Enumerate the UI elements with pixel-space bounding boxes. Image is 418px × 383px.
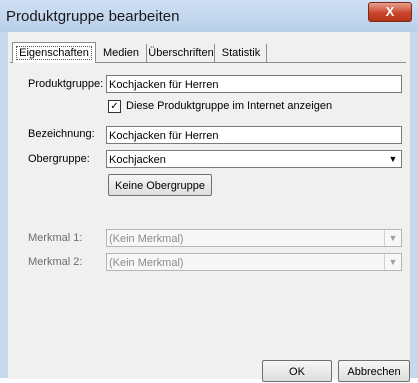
obergruppe-select[interactable]: Kochjacken ▼ <box>106 150 402 168</box>
obergruppe-label: Obergruppe: <box>28 153 90 165</box>
bezeichnung-input[interactable]: Kochjacken für Herren <box>106 126 402 144</box>
merkmal2-label: Merkmal 2: <box>28 256 83 268</box>
chevron-down-icon: ▼ <box>384 254 401 270</box>
tab-label: Statistik <box>221 47 261 59</box>
internet-checkbox[interactable]: ✓ <box>108 100 121 113</box>
merkmal1-select[interactable]: (Kein Merkmal) ▼ <box>106 229 402 247</box>
cancel-button[interactable]: Abbrechen <box>338 360 410 382</box>
tab-label: Medien <box>102 47 140 59</box>
tab-label: Eigenschaften <box>16 46 92 60</box>
tab-statistik[interactable]: Statistik <box>216 44 267 62</box>
tab-eigenschaften[interactable]: Eigenschaften <box>12 42 96 63</box>
dialog-client-area: Eigenschaften Medien Überschriften Stati… <box>8 32 410 382</box>
keine-obergruppe-button[interactable]: Keine Obergruppe <box>108 174 212 196</box>
merkmal2-select[interactable]: (Kein Merkmal) ▼ <box>106 253 402 271</box>
chevron-down-icon: ▼ <box>384 230 401 246</box>
tab-label: Überschriften <box>148 47 214 59</box>
obergruppe-value: Kochjacken <box>109 154 166 166</box>
tab-panel-eigenschaften: Produktgruppe: Kochjacken für Herren ✓ D… <box>10 62 406 379</box>
bezeichnung-label: Bezeichnung: <box>28 128 95 140</box>
merkmal1-value: (Kein Merkmal) <box>109 233 184 245</box>
produktgruppe-input[interactable]: Kochjacken für Herren <box>106 75 402 93</box>
internet-checkbox-label: Diese Produktgruppe im Internet anzeigen <box>126 100 333 112</box>
close-icon: X <box>385 4 395 19</box>
checkmark-icon: ✓ <box>110 101 119 112</box>
ok-button[interactable]: OK <box>262 360 332 382</box>
title-bar[interactable]: Produktgruppe bearbeiten X <box>0 0 418 32</box>
produktgruppe-label: Produktgruppe: <box>28 78 104 90</box>
merkmal2-value: (Kein Merkmal) <box>109 257 184 269</box>
window-title: Produktgruppe bearbeiten <box>6 8 180 25</box>
tab-ueberschriften[interactable]: Überschriften <box>148 44 215 62</box>
close-button[interactable]: X <box>368 2 412 22</box>
tab-medien[interactable]: Medien <box>96 44 147 62</box>
chevron-down-icon[interactable]: ▼ <box>385 151 401 167</box>
dialog-window: Produktgruppe bearbeiten X Eigenschaften… <box>0 0 418 382</box>
merkmal1-label: Merkmal 1: <box>28 232 83 244</box>
